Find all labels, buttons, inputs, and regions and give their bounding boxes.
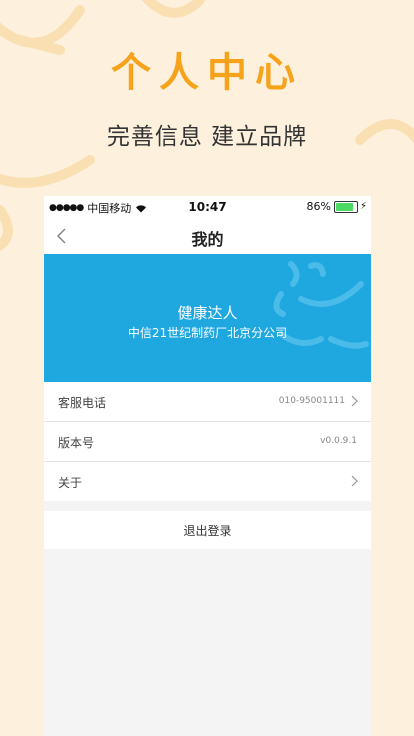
phone-screen: ●●●●● 中国移动 10:47 86% ⚡ 我的 健康达人 中信21世纪制药厂… <box>44 196 371 736</box>
promo-subtitle: 完善信息 建立品牌 <box>106 124 308 150</box>
battery-icon <box>333 200 358 213</box>
page-title: 我的 <box>191 230 224 249</box>
charging-bolt-icon: ⚡ <box>359 201 367 212</box>
chevron-right-icon <box>351 475 358 487</box>
settings-row-about[interactable]: 关于 <box>44 462 371 501</box>
row-label: 版本号 <box>58 436 95 450</box>
status-bar: ●●●●● 中国移动 10:47 86% ⚡ <box>44 196 371 218</box>
row-label: 客服电话 <box>58 396 107 410</box>
profile-company: 中信21世纪制药厂北京分公司 <box>127 326 288 340</box>
settings-row-customer-service[interactable]: 客服电话 010-95001111 <box>44 382 371 422</box>
row-value: 010-95001111 <box>278 396 345 406</box>
logout-button[interactable]: 退出登录 <box>44 511 371 549</box>
profile-header: 健康达人 中信21世纪制药厂北京分公司 <box>44 254 371 382</box>
chevron-right-icon <box>351 395 358 407</box>
settings-row-version: 版本号 v0.0.9.1 <box>44 422 371 462</box>
row-value: v0.0.9.1 <box>320 436 357 446</box>
settings-list: 客服电话 010-95001111 版本号 v0.0.9.1 关于 <box>44 382 371 501</box>
navigation-bar: 我的 <box>44 218 371 254</box>
battery-percentage: 86% <box>306 200 331 213</box>
row-label: 关于 <box>58 476 83 490</box>
logout-label: 退出登录 <box>183 524 232 538</box>
promo-title: 个人中心 <box>111 50 303 96</box>
profile-name: 健康达人 <box>177 304 238 322</box>
